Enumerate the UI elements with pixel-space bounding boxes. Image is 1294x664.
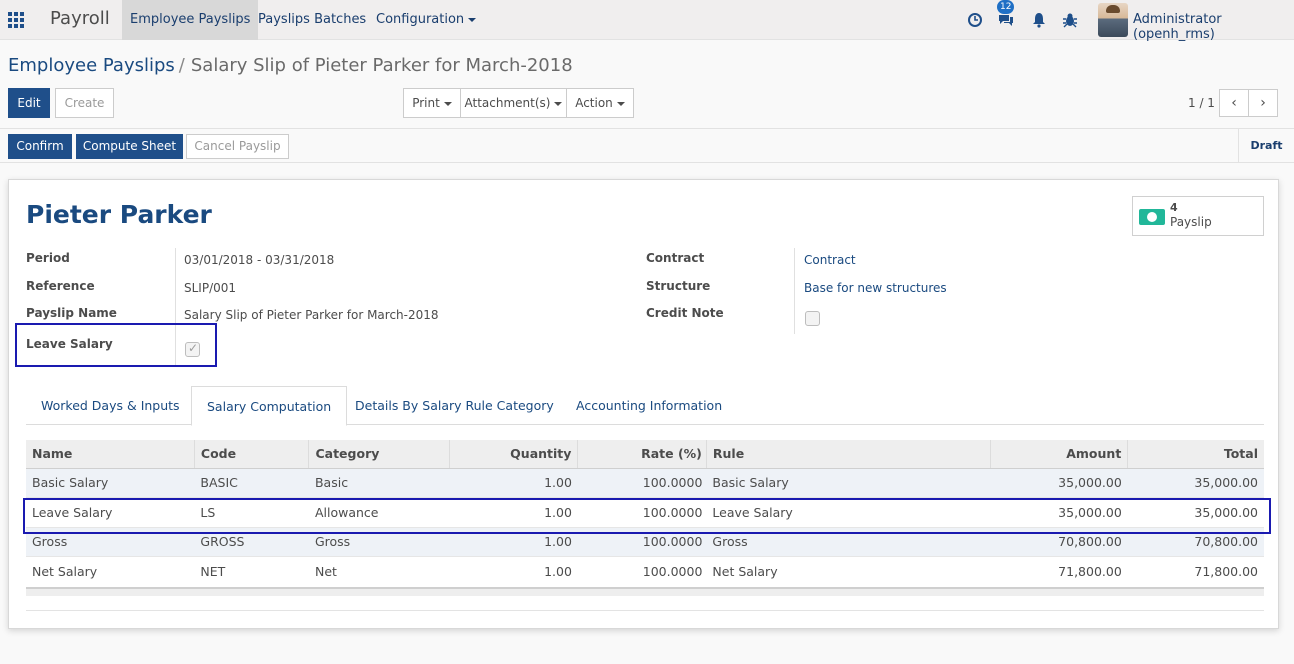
table-header-row: Name Code Category Quantity Rate (%) Rul… [26,440,1264,469]
leave-salary-highlight [15,323,217,367]
cell-code: BASIC [194,467,309,498]
payslip-name-label: Payslip Name [26,306,117,320]
table-row[interactable]: Basic Salary BASIC Basic 1.00 100.0000 B… [26,467,1264,498]
cell-category: Net [308,556,450,586]
column-header-code[interactable]: Code [194,440,310,469]
user-menu[interactable]: Administrator (openh_rms) [1133,12,1294,42]
breadcrumb-parent[interactable]: Employee Payslips [8,55,175,76]
structure-link[interactable]: Base for new structures [804,281,947,295]
apps-grid-icon[interactable] [8,12,24,28]
tab-salary-computation[interactable]: Salary Computation [191,386,348,426]
chat-icon[interactable] [998,12,1014,28]
chevron-down-icon [554,101,563,106]
chevron-down-icon [443,101,452,106]
cell-amount: 71,800.00 [990,556,1128,586]
column-header-rate[interactable]: Rate (%) [577,440,707,469]
table-row[interactable]: Net Salary NET Net 1.00 100.0000 Net Sal… [26,556,1264,586]
menu-configuration[interactable]: Configuration [368,0,484,40]
statusbar: Confirm Compute Sheet Cancel Payslip Dra… [0,128,1294,163]
tab-worked-days[interactable]: Worked Days & Inputs [26,386,195,425]
contract-link[interactable]: Contract [804,253,856,267]
table-footer [26,587,1264,596]
action-label: Action [575,96,613,110]
cell-total: 71,800.00 [1127,556,1264,586]
compute-sheet-button[interactable]: Compute Sheet [76,134,183,159]
column-header-rule[interactable]: Rule [706,440,992,469]
confirm-button[interactable]: Confirm [8,134,72,159]
tab-details-by-category[interactable]: Details By Salary Rule Category [340,386,569,425]
attachments-button[interactable]: Attachment(s) [460,88,567,118]
employee-name-title: Pieter Parker [26,200,212,229]
column-header-amount[interactable]: Amount [990,440,1129,469]
tab-accounting-information[interactable]: Accounting Information [561,386,737,425]
edit-button[interactable]: Edit [8,88,50,118]
structure-label: Structure [646,279,711,293]
menu-employee-payslips[interactable]: Employee Payslips [122,0,259,40]
credit-note-checkbox[interactable] [805,311,820,326]
app-brand: Payroll [50,8,110,29]
payslip-name-value: Salary Slip of Pieter Parker for March-2… [184,308,439,322]
column-header-name[interactable]: Name [26,440,195,469]
chevron-down-icon [468,17,477,22]
reference-label: Reference [26,279,95,293]
field-divider [794,248,795,334]
cell-name: Basic Salary [26,467,195,498]
print-label: Print [412,96,440,110]
bell-icon[interactable] [1031,12,1047,28]
attachments-label: Attachment(s) [464,96,551,110]
print-button[interactable]: Print [403,88,461,118]
form-sheet: Pieter Parker 4 Payslip Period 03/01/201… [8,179,1279,629]
create-button[interactable]: Create [55,88,114,118]
contract-label: Contract [646,251,705,265]
cell-code: NET [194,556,309,586]
action-button[interactable]: Action [566,88,634,118]
cell-category: Basic [308,467,450,498]
cell-total: 35,000.00 [1127,467,1264,498]
breadcrumb-separator: / [178,55,185,76]
pager-next-button[interactable]: › [1248,89,1278,117]
column-header-total[interactable]: Total [1127,440,1264,469]
column-header-quantity[interactable]: Quantity [449,440,579,469]
column-header-rule-label: Rule [712,446,745,462]
top-navbar: Payroll Employee Payslips Payslips Batch… [0,0,1294,42]
leave-salary-row-highlight [23,498,1271,534]
pager-value[interactable]: 1 / 1 [1188,96,1215,110]
payslip-count: 4 [1170,201,1178,214]
payslip-count-label: Payslip [1170,215,1212,229]
notebook-tabs: Worked Days & Inputs Salary Computation … [26,386,1264,426]
status-badge: Draft [1238,129,1294,163]
cell-quantity: 1.00 [449,467,578,498]
chat-count-badge: 12 [997,0,1015,14]
money-icon [1139,209,1165,225]
cancel-payslip-button[interactable]: Cancel Payslip [186,134,289,159]
cell-amount: 35,000.00 [990,467,1128,498]
bug-icon[interactable] [1062,12,1078,28]
cell-rate: 100.0000 [577,467,707,498]
avatar[interactable] [1098,3,1128,37]
column-header-category[interactable]: Category [308,440,451,469]
breadcrumb: Employee Payslips / Salary Slip of Pieter … [8,55,573,76]
pager-previous-button[interactable]: ‹ [1219,89,1249,117]
menu-payslips-batches[interactable]: Payslips Batches [250,0,374,40]
credit-note-label: Credit Note [646,306,724,320]
breadcrumb-current: Salary Slip of Pieter Parker for March-2… [190,55,573,76]
payslip-count-button[interactable]: 4 Payslip [1132,196,1264,236]
reference-value: SLIP/001 [184,281,237,295]
cell-rule: Net Salary [706,556,991,586]
table-bottom-divider [26,610,1264,611]
cell-quantity: 1.00 [449,556,578,586]
period-value: 03/01/2018 - 03/31/2018 [184,253,335,267]
chevron-down-icon [616,101,625,106]
menu-configuration-label: Configuration [376,12,465,27]
cell-rule: Basic Salary [706,467,991,498]
cell-name: Net Salary [26,556,195,586]
cell-rate: 100.0000 [577,556,707,586]
period-label: Period [26,251,70,265]
clock-icon[interactable] [967,12,983,28]
